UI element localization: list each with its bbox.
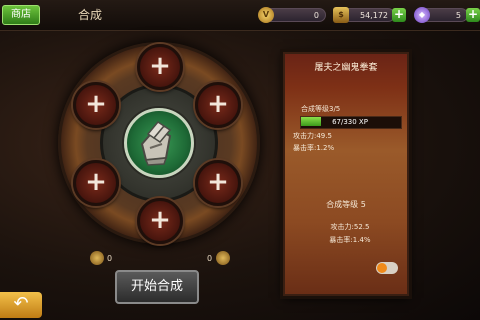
item-name: 屠夫之幽鬼拳套 — [314, 63, 378, 73]
material-slot-upper-right[interactable]: + — [195, 82, 241, 128]
item-info-panel — [283, 52, 409, 296]
attack-stat: 攻击力:49.5 — [293, 132, 332, 140]
gold-value: 54,172 — [360, 11, 388, 20]
toggle-knob — [377, 263, 387, 273]
page-title: 合成 — [78, 8, 103, 22]
back-button[interactable]: ↶ — [0, 292, 42, 318]
next-crit-stat: 暴击率:1.4% — [329, 236, 371, 244]
material-right-count: 0 — [207, 254, 213, 263]
material-slot-upper-left[interactable]: + — [73, 82, 119, 128]
material-right-icon — [216, 251, 230, 265]
xp-text: 67/330 XP — [332, 118, 368, 126]
gold-pile-icon: $ — [333, 7, 349, 23]
top-bar — [0, 0, 480, 31]
next-level-label: 合成等级 5 — [326, 200, 366, 209]
material-slot-top[interactable]: + — [137, 44, 183, 90]
crit-stat: 暴击率:1.2% — [293, 144, 335, 152]
next-attack-stat: 攻击力:52.5 — [330, 223, 370, 231]
back-arrow-icon: ↶ — [13, 293, 29, 314]
vip-value: 0 — [313, 11, 319, 20]
craft-level-label: 合成等级3/5 — [301, 105, 341, 113]
material-left-count: 0 — [107, 254, 113, 263]
shop-button[interactable]: 商店 — [2, 5, 40, 25]
material-slot-bottom[interactable]: + — [137, 198, 183, 244]
vip-coin-icon: V — [258, 7, 274, 23]
gem-value: 5 — [455, 11, 461, 20]
gauntlet-icon — [140, 121, 172, 166]
gem-icon: ◆ — [414, 7, 430, 23]
add-gem-button[interactable]: + — [466, 8, 480, 22]
add-gold-button[interactable]: + — [392, 8, 406, 22]
material-slot-lower-left[interactable]: + — [73, 160, 119, 206]
material-slot-lower-right[interactable]: + — [195, 160, 241, 206]
start-craft-button[interactable]: 开始合成 — [115, 270, 199, 304]
material-left-icon — [90, 251, 104, 265]
